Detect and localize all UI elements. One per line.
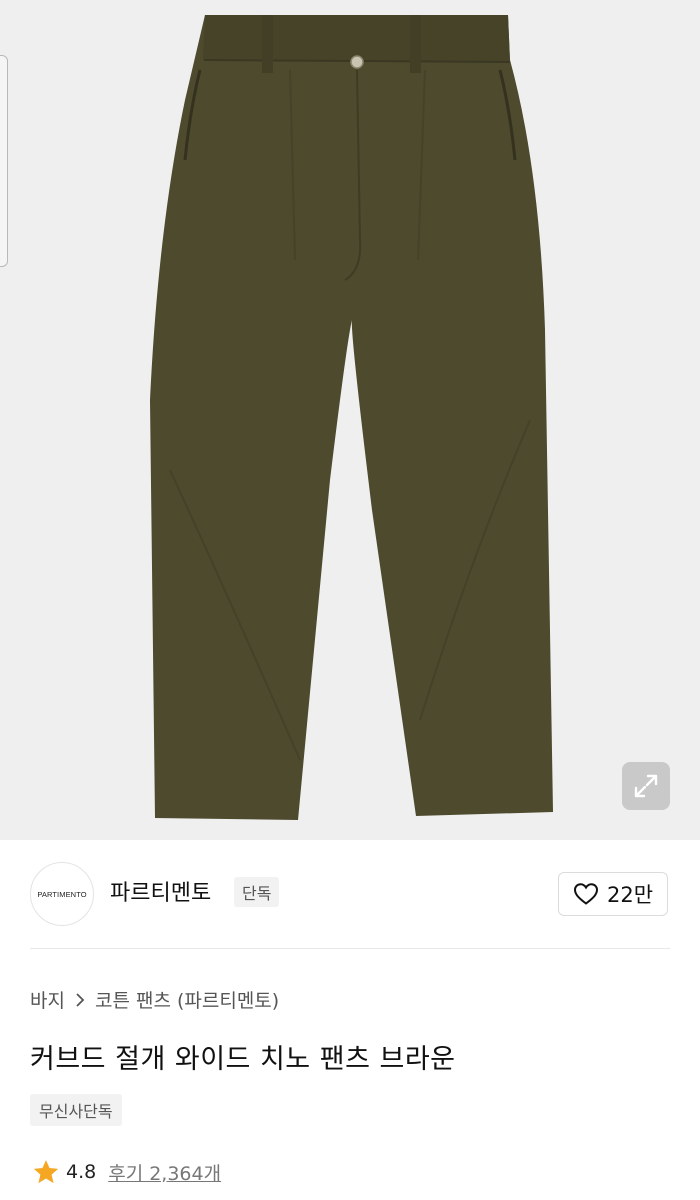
brand-name[interactable]: 파르티멘토 bbox=[110, 875, 211, 907]
chevron-right-icon bbox=[76, 992, 85, 1007]
rating-row[interactable]: 4.8 후기 2,364개 bbox=[32, 1158, 221, 1186]
breadcrumb-subcategory[interactable]: 코튼 팬츠 (파르티멘토) bbox=[95, 986, 279, 1013]
breadcrumb-category[interactable]: 바지 bbox=[30, 986, 65, 1013]
brand-row: PARTIMENTO 파르티멘토 단독 22만 bbox=[0, 842, 700, 948]
product-image-area[interactable] bbox=[0, 0, 700, 840]
brand-logo[interactable]: PARTIMENTO bbox=[30, 862, 94, 926]
product-title: 커브드 절개 와이드 치노 팬츠 브라운 bbox=[30, 1044, 456, 1075]
expand-icon bbox=[634, 774, 658, 798]
brand-logo-text: PARTIMENTO bbox=[37, 889, 87, 899]
product-photo bbox=[150, 15, 553, 820]
divider bbox=[30, 948, 670, 949]
brand-exclusive-badge: 단독 bbox=[234, 877, 280, 907]
heart-outline-icon bbox=[573, 883, 598, 905]
like-button[interactable]: 22만 bbox=[558, 872, 668, 916]
rating-score: 4.8 bbox=[66, 1161, 97, 1183]
star-icon bbox=[33, 1160, 59, 1184]
side-scroll-tab[interactable] bbox=[0, 55, 8, 267]
review-count-link[interactable]: 후기 2,364개 bbox=[108, 1159, 221, 1186]
breadcrumb: 바지 코튼 팬츠 (파르티멘토) bbox=[30, 986, 279, 1013]
exclusive-tag: 무신사단독 bbox=[30, 1094, 122, 1126]
expand-image-button[interactable] bbox=[622, 762, 670, 810]
like-count: 22만 bbox=[606, 883, 654, 907]
